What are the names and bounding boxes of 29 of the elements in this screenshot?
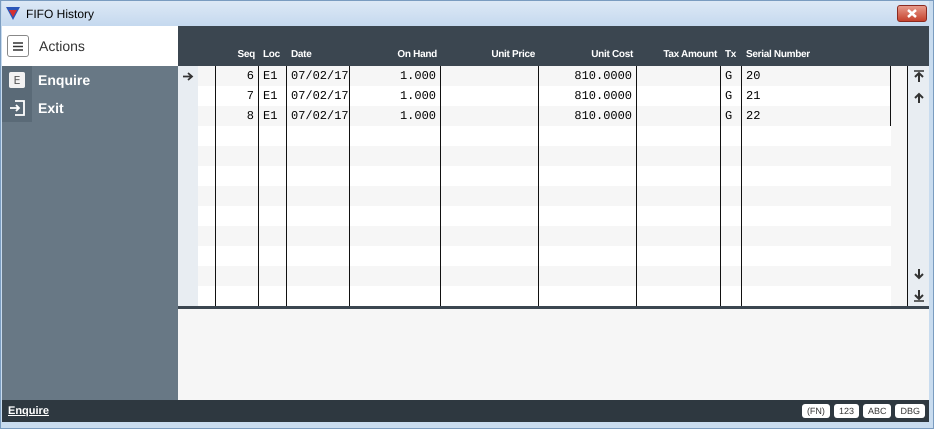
menu-icon (13, 42, 23, 50)
column-header[interactable]: Loc (259, 49, 287, 66)
scroll-up-icon[interactable] (914, 91, 924, 104)
status-text: Enquire (8, 405, 50, 417)
sidebar-item[interactable]: Exit (32, 100, 64, 116)
sidebar-header: Actions (39, 38, 85, 54)
column-header[interactable]: Unit Cost (539, 49, 637, 66)
mode-button[interactable]: (FN) (802, 404, 830, 418)
column-header[interactable]: Unit Price (441, 49, 539, 66)
column-header[interactable]: On Hand (350, 49, 441, 66)
letter-icon: E (9, 72, 25, 88)
mode-button[interactable]: ABC (862, 404, 892, 418)
sidebar-item[interactable]: Enquire (32, 72, 90, 88)
close-button[interactable] (897, 5, 927, 22)
window-title: FIFO History (26, 6, 95, 20)
menu-button[interactable] (7, 35, 29, 57)
column-header[interactable]: Date (287, 49, 350, 66)
column-header[interactable]: Seq (216, 49, 259, 66)
scroll-top-icon[interactable] (914, 70, 924, 83)
app-logo-icon (6, 7, 20, 20)
close-icon (907, 9, 917, 18)
column-header[interactable]: Serial Number (742, 49, 891, 66)
scroll-down-icon[interactable] (914, 268, 924, 281)
mode-button[interactable]: DBG (895, 404, 925, 418)
exit-icon (9, 100, 25, 116)
column-header[interactable]: Tax Amount (637, 49, 721, 66)
column-header[interactable]: Tx (721, 49, 742, 66)
scroll-bottom-icon[interactable] (914, 289, 924, 302)
mode-button[interactable]: 123 (834, 404, 859, 418)
